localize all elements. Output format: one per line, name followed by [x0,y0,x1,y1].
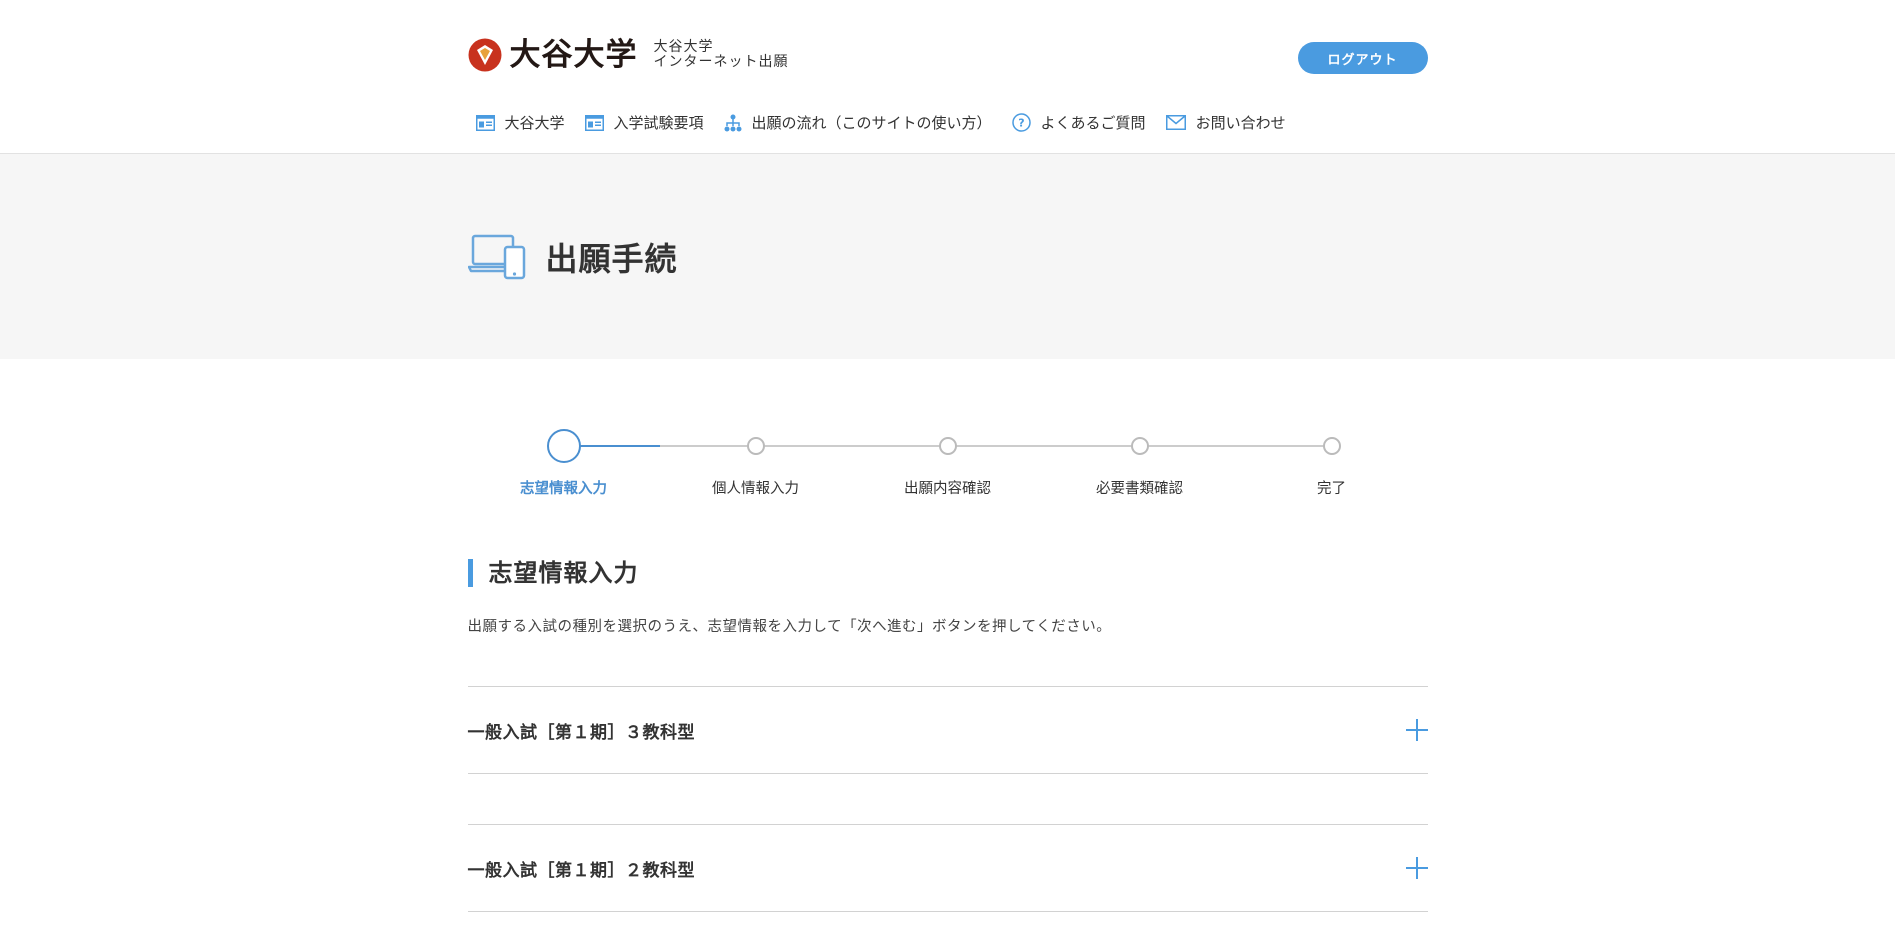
nav-label: 入学試験要項 [613,114,704,132]
step-label: 必要書類確認 [1096,481,1183,497]
step-dot [1322,437,1341,455]
accordion-item-general-3subjects[interactable]: 一般入試［第１期］３教科型 [467,686,1428,774]
logout-button[interactable]: ログアウト [1297,42,1428,74]
nav-label: よくあるご質問 [1040,114,1146,132]
section-description: 出願する入試の種別を選択のうえ、志望情報を入力して「次へ進む」ボタンを押してくだ… [467,619,1112,635]
mail-icon [1165,115,1186,130]
nav-label: お問い合わせ [1195,114,1286,132]
plus-icon[interactable] [1405,719,1428,741]
global-nav: 大谷大学 入学試験要項 出願の流れ（このサイトの使い方） ? よくあるご質問 お… [475,112,1306,133]
page-title: 出願手続 [545,239,678,278]
step-5: 完了 [1272,429,1392,498]
question-icon: ? [1011,113,1031,132]
logo-text: 大谷大学 [509,36,638,73]
step-4: 必要書類確認 [1080,429,1200,498]
svg-text:?: ? [1018,117,1024,130]
section-title: 志望情報入力 [467,559,1428,587]
accordion-label: 一般入試［第１期］３教科型 [467,722,695,743]
page-hero: 出願手続 [0,154,1895,359]
site-subtitle: 大谷大学 インターネット出願 [654,40,789,70]
university-emblem-icon [468,38,501,72]
site-header: 大谷大学 大谷大学 インターネット出願 ログアウト 大谷大学 入学試験要項 出願… [0,0,1895,154]
nav-item-contact[interactable]: お問い合わせ [1165,112,1286,133]
window-icon [584,114,604,131]
plus-icon[interactable] [1405,857,1428,879]
nav-item-faq[interactable]: ? よくあるご質問 [1011,112,1146,133]
step-label: 出願内容確認 [904,481,991,497]
nav-label: 大谷大学 [504,114,565,132]
nav-item-flow[interactable]: 出願の流れ（このサイトの使い方） [724,112,992,133]
subtitle-line1: 大谷大学 [653,39,714,55]
step-dot [746,437,765,455]
accordion-item-general-2subjects[interactable]: 一般入試［第１期］２教科型 [467,824,1428,912]
devices-icon [467,234,525,279]
subtitle-line2: インターネット出願 [653,54,789,70]
accordion-label: 一般入試［第１期］２教科型 [467,860,695,881]
exam-type-accordion: 一般入試［第１期］３教科型 一般入試［第１期］２教科型 [467,686,1428,912]
step-dot [938,437,957,455]
step-dot [1130,437,1149,455]
brand-logo[interactable]: 大谷大学 大谷大学 インターネット出願 [468,38,789,72]
nav-item-guidelines[interactable]: 入学試験要項 [584,112,704,133]
sitemap-icon [724,114,742,131]
step-3: 出願内容確認 [888,429,1008,498]
step-label: 志望情報入力 [520,481,607,497]
window-icon [475,114,495,131]
step-label: 個人情報入力 [712,481,799,497]
progress-stepper: 志望情報入力 個人情報入力 出願内容確認 必要書類確認 完了 [468,359,1428,519]
step-dot [546,429,581,463]
nav-label: 出願の流れ（このサイトの使い方） [751,114,992,132]
main-content: 志望情報入力 個人情報入力 出願内容確認 必要書類確認 完了 志望情報入力 出願… [467,359,1428,912]
step-1: 志望情報入力 [504,429,624,498]
step-label: 完了 [1317,481,1346,497]
step-2: 個人情報入力 [696,429,816,498]
nav-item-university[interactable]: 大谷大学 [475,112,565,133]
